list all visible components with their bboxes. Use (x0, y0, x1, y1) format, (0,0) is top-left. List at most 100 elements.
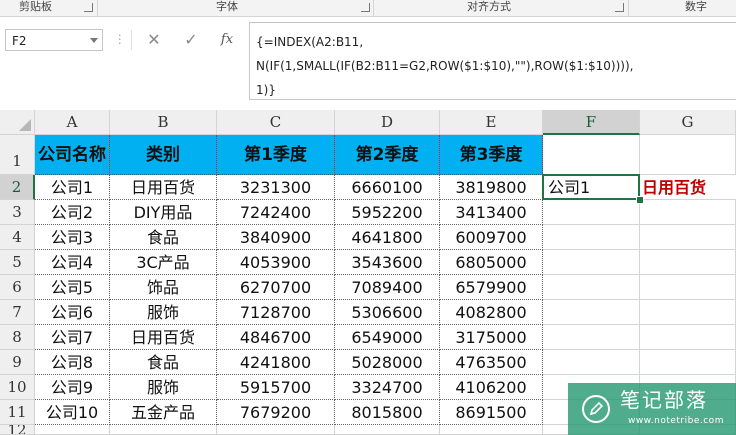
table-cell[interactable]: 公司7 (35, 325, 110, 350)
table-cell[interactable]: 日用百货 (110, 175, 217, 200)
table-cell[interactable]: DIY用品 (110, 200, 217, 225)
empty-cell[interactable] (543, 275, 640, 300)
row-header-4[interactable]: 4 (0, 225, 35, 250)
table-cell[interactable]: 4053900 (217, 250, 335, 275)
empty-cell[interactable] (217, 425, 335, 435)
empty-cell[interactable] (640, 300, 736, 325)
empty-cell[interactable] (640, 135, 736, 175)
insert-function-icon[interactable]: fx (216, 28, 238, 52)
table-cell[interactable]: 4846700 (217, 325, 335, 350)
empty-cell[interactable] (640, 225, 736, 250)
empty-cell[interactable] (640, 200, 736, 225)
table-cell[interactable]: 公司10 (35, 400, 110, 425)
table-cell[interactable]: 5952200 (335, 200, 440, 225)
enter-check-icon[interactable]: ✓ (180, 28, 202, 52)
empty-cell[interactable] (440, 425, 543, 435)
table-cell[interactable]: 食品 (110, 225, 217, 250)
table-cell[interactable]: 3819800 (440, 175, 543, 200)
table-cell[interactable]: 公司2 (35, 200, 110, 225)
empty-cell[interactable] (640, 325, 736, 350)
table-cell[interactable]: 7242400 (217, 200, 335, 225)
table-cell[interactable]: 4082800 (440, 300, 543, 325)
row-header-1[interactable]: 1 (0, 135, 35, 175)
table-cell[interactable]: 7128700 (217, 300, 335, 325)
clipboard-launcher-icon[interactable] (84, 3, 93, 12)
table-cell[interactable]: 服饰 (110, 375, 217, 400)
cancel-icon[interactable]: ✕ (143, 28, 165, 52)
empty-cell[interactable] (543, 135, 640, 175)
fill-handle[interactable] (636, 196, 644, 204)
table-cell[interactable]: 6549000 (335, 325, 440, 350)
table-header-cell[interactable]: 第1季度 (217, 135, 335, 175)
table-cell[interactable]: 7679200 (217, 400, 335, 425)
formula-input[interactable]: {=INDEX(A2:B11, N(IF(1,SMALL(IF(B2:B11=G… (249, 22, 736, 100)
table-cell[interactable]: 6579900 (440, 275, 543, 300)
cell-g2[interactable]: 日用百货 (640, 175, 736, 200)
table-cell[interactable]: 4106200 (440, 375, 543, 400)
table-cell[interactable]: 5306600 (335, 300, 440, 325)
table-cell[interactable]: 公司3 (35, 225, 110, 250)
empty-cell[interactable] (543, 250, 640, 275)
table-header-cell[interactable]: 公司名称 (35, 135, 110, 175)
column-header-e[interactable]: E (440, 110, 543, 135)
name-box[interactable]: F2 (5, 29, 103, 51)
table-header-cell[interactable]: 第2季度 (335, 135, 440, 175)
table-cell[interactable]: 8691500 (440, 400, 543, 425)
table-cell[interactable]: 7089400 (335, 275, 440, 300)
table-cell[interactable]: 8015800 (335, 400, 440, 425)
table-cell[interactable]: 4641800 (335, 225, 440, 250)
table-cell[interactable]: 公司5 (35, 275, 110, 300)
row-header-12[interactable]: 12 (0, 425, 35, 435)
table-cell[interactable]: 公司1 (35, 175, 110, 200)
empty-cell[interactable] (335, 425, 440, 435)
table-cell[interactable]: 公司4 (35, 250, 110, 275)
table-cell[interactable]: 食品 (110, 350, 217, 375)
table-cell[interactable]: 3231300 (217, 175, 335, 200)
empty-cell[interactable] (640, 350, 736, 375)
row-header-2[interactable]: 2 (0, 175, 35, 200)
table-cell[interactable]: 6009700 (440, 225, 543, 250)
table-cell[interactable]: 公司9 (35, 375, 110, 400)
chevron-down-icon[interactable] (90, 38, 98, 43)
empty-cell[interactable] (35, 425, 110, 435)
empty-cell[interactable] (543, 350, 640, 375)
table-cell[interactable]: 6660100 (335, 175, 440, 200)
column-header-a[interactable]: A (35, 110, 110, 135)
table-cell[interactable]: 3175000 (440, 325, 543, 350)
row-header-6[interactable]: 6 (0, 275, 35, 300)
column-header-b[interactable]: B (110, 110, 217, 135)
empty-cell[interactable] (543, 300, 640, 325)
table-cell[interactable]: 公司6 (35, 300, 110, 325)
table-cell[interactable]: 6270700 (217, 275, 335, 300)
row-header-11[interactable]: 11 (0, 400, 35, 425)
table-header-cell[interactable]: 第3季度 (440, 135, 543, 175)
empty-cell[interactable] (110, 425, 217, 435)
row-header-9[interactable]: 9 (0, 350, 35, 375)
table-cell[interactable]: 饰品 (110, 275, 217, 300)
font-launcher-icon[interactable] (361, 3, 370, 12)
table-cell[interactable]: 3324700 (335, 375, 440, 400)
cell-f2[interactable]: 公司1 (543, 175, 640, 200)
row-header-3[interactable]: 3 (0, 200, 35, 225)
table-header-cell[interactable]: 类别 (110, 135, 217, 175)
empty-cell[interactable] (543, 225, 640, 250)
table-cell[interactable]: 3543600 (335, 250, 440, 275)
column-header-c[interactable]: C (217, 110, 335, 135)
select-all-corner[interactable] (0, 110, 35, 135)
column-header-f[interactable]: F (543, 110, 640, 135)
table-cell[interactable]: 5915700 (217, 375, 335, 400)
empty-cell[interactable] (543, 200, 640, 225)
table-cell[interactable]: 3840900 (217, 225, 335, 250)
table-cell[interactable]: 4763500 (440, 350, 543, 375)
empty-cell[interactable] (640, 275, 736, 300)
select-all-triangle-icon[interactable] (19, 119, 31, 131)
row-header-5[interactable]: 5 (0, 250, 35, 275)
alignment-launcher-icon[interactable] (615, 3, 624, 12)
row-header-7[interactable]: 7 (0, 300, 35, 325)
row-header-8[interactable]: 8 (0, 325, 35, 350)
empty-cell[interactable] (640, 250, 736, 275)
drag-handle-icon[interactable]: · · · (118, 30, 122, 49)
table-cell[interactable]: 4241800 (217, 350, 335, 375)
table-cell[interactable]: 服饰 (110, 300, 217, 325)
empty-cell[interactable] (543, 325, 640, 350)
